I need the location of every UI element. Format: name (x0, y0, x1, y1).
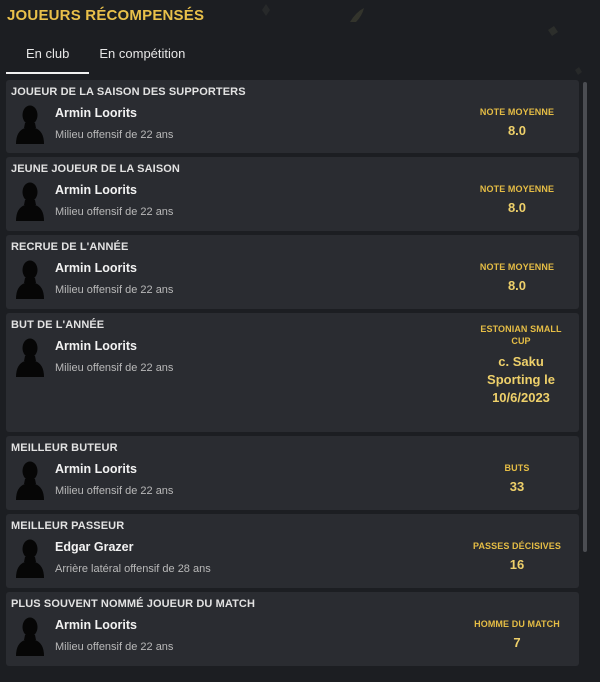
award-card[interactable]: BUT DE L'ANNÉE Armin Loorits Milieu offe… (6, 313, 579, 432)
award-title: PLUS SOUVENT NOMMÉ JOUEUR DU MATCH (11, 598, 255, 610)
player-silhouette-icon (15, 458, 45, 500)
award-card[interactable]: RECRUE DE L'ANNÉE Armin Loorits Milieu o… (6, 235, 579, 309)
player-name[interactable]: Armin Loorits (55, 618, 137, 632)
player-description: Milieu offensif de 22 ans (55, 129, 174, 141)
award-stat: NOTE MOYENNE 8.0 (467, 106, 567, 140)
awards-list: JOUEUR DE LA SAISON DES SUPPORTERS Armin… (6, 80, 579, 670)
player-description: Milieu offensif de 22 ans (55, 485, 174, 497)
stat-value: 7 (513, 635, 521, 650)
stat-label: NOTE MOYENNE (479, 262, 555, 272)
stat-label: ESTONIAN SMALL CUP (480, 324, 562, 346)
stat-label: HOMME DU MATCH (474, 619, 560, 629)
stat-value: 33 (509, 479, 525, 494)
tab-bar: En club En compétition (6, 40, 205, 74)
stat-label: BUTS (504, 463, 530, 473)
player-name[interactable]: Edgar Grazer (55, 540, 134, 554)
stat-value: 16 (509, 557, 525, 572)
award-card[interactable]: MEILLEUR BUTEUR Armin Loorits Milieu off… (6, 436, 579, 510)
stat-label: NOTE MOYENNE (479, 107, 555, 117)
player-name[interactable]: Armin Loorits (55, 261, 137, 275)
award-title: MEILLEUR PASSEUR (11, 520, 125, 532)
player-name[interactable]: Armin Loorits (55, 462, 137, 476)
award-stat: NOTE MOYENNE 8.0 (467, 261, 567, 295)
header: JOUEURS RÉCOMPENSÉS En club En compétiti… (0, 0, 600, 80)
player-silhouette-icon (15, 179, 45, 221)
award-card[interactable]: JEUNE JOUEUR DE LA SAISON Armin Loorits … (6, 157, 579, 231)
award-stat: ESTONIAN SMALL CUP c. Saku Sporting le 1… (475, 323, 567, 407)
stat-value: 8.0 (507, 123, 527, 138)
player-description: Milieu offensif de 22 ans (55, 284, 174, 296)
page-title: JOUEURS RÉCOMPENSÉS (7, 7, 205, 24)
award-stat: BUTS 33 (467, 462, 567, 496)
award-card[interactable]: MEILLEUR PASSEUR Edgar Grazer Arrière la… (6, 514, 579, 588)
award-title: MEILLEUR BUTEUR (11, 442, 118, 454)
award-card[interactable]: JOUEUR DE LA SAISON DES SUPPORTERS Armin… (6, 80, 579, 153)
stat-value: 8.0 (507, 200, 527, 215)
player-description: Milieu offensif de 22 ans (55, 362, 174, 374)
stat-label: NOTE MOYENNE (479, 184, 555, 194)
player-description: Milieu offensif de 22 ans (55, 641, 174, 653)
stat-label: PASSES DÉCISIVES (473, 541, 561, 551)
stat-value: 8.0 (507, 278, 527, 293)
award-title: RECRUE DE L'ANNÉE (11, 241, 129, 253)
player-silhouette-icon (15, 102, 45, 144)
award-stat: PASSES DÉCISIVES 16 (467, 540, 567, 574)
player-silhouette-icon (15, 614, 45, 656)
player-silhouette-icon (15, 536, 45, 578)
award-stat: NOTE MOYENNE 8.0 (467, 183, 567, 217)
award-title: BUT DE L'ANNÉE (11, 319, 105, 331)
award-stat: HOMME DU MATCH 7 (467, 618, 567, 652)
award-title: JOUEUR DE LA SAISON DES SUPPORTERS (11, 86, 246, 98)
award-card[interactable]: PLUS SOUVENT NOMMÉ JOUEUR DU MATCH Armin… (6, 592, 579, 666)
player-name[interactable]: Armin Loorits (55, 183, 137, 197)
player-name[interactable]: Armin Loorits (55, 339, 137, 353)
player-silhouette-icon (15, 335, 45, 377)
tab-en-competition[interactable]: En compétition (89, 40, 205, 72)
player-description: Milieu offensif de 22 ans (55, 206, 174, 218)
stat-value: c. Saku Sporting le 10/6/2023 (487, 354, 555, 405)
award-title: JEUNE JOUEUR DE LA SAISON (11, 163, 180, 175)
tab-en-club[interactable]: En club (6, 40, 90, 74)
player-description: Arrière latéral offensif de 28 ans (55, 563, 211, 575)
player-silhouette-icon (15, 257, 45, 299)
scrollbar[interactable] (583, 82, 587, 552)
player-name[interactable]: Armin Loorits (55, 106, 137, 120)
